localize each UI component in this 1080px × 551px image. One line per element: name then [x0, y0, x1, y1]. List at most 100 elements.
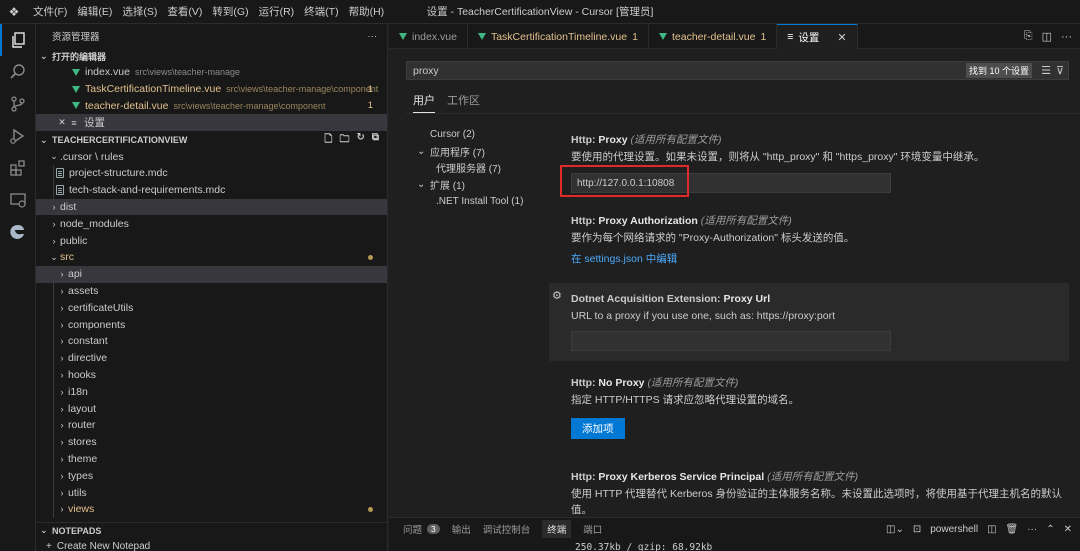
tab-user[interactable]: 用户	[413, 92, 435, 113]
close-tab-icon[interactable]: ✕	[837, 31, 846, 44]
menu-go[interactable]: 转到(G)	[207, 0, 253, 24]
file-tree-folder[interactable]: › assets	[36, 282, 387, 300]
edit-in-settings-json-link[interactable]: 在 settings.json 中编辑	[571, 251, 1069, 267]
more-actions-icon[interactable]: ···	[1027, 524, 1037, 535]
chevron-right-icon: ›	[60, 487, 64, 498]
open-settings-json-icon[interactable]: ⎘	[1024, 30, 1033, 43]
file-tree-file[interactable]: tech-stack-and-requirements.mdc	[36, 181, 387, 199]
file-tree-folder[interactable]: › theme	[36, 450, 387, 468]
file-tree-folder[interactable]: › components	[36, 316, 387, 333]
add-item-button[interactable]: 添加项	[571, 418, 625, 439]
tree-indent-guide	[53, 164, 54, 182]
file-tree-folder[interactable]: › node_modules	[36, 215, 387, 232]
file-tree-folder[interactable]: ⌄ .cursor \ rules	[36, 148, 387, 165]
tab-teacher-detail[interactable]: teacher-detail.vue 1	[649, 24, 778, 49]
file-tree-folder[interactable]: › api	[36, 265, 387, 283]
proxy-input[interactable]: http://127.0.0.1:10808	[571, 173, 891, 193]
edge-icon[interactable]	[0, 216, 36, 248]
layout-icon[interactable]: ◫⌄	[886, 524, 904, 535]
file-tree-folder[interactable]: › types	[36, 467, 387, 485]
menu-help[interactable]: 帮助(H)	[344, 0, 390, 24]
file-tree-folder[interactable]: › layout	[36, 400, 387, 417]
extensions-icon[interactable]	[0, 152, 36, 184]
dotnet-proxy-input[interactable]	[571, 331, 891, 351]
file-tree-folder[interactable]: › hooks	[36, 366, 387, 384]
gear-icon[interactable]: ⚙	[552, 289, 562, 302]
filter-icon[interactable]: ⊽	[1056, 64, 1064, 77]
file-tree-folder[interactable]: › certificateUtils	[36, 299, 387, 317]
trash-icon[interactable]: 🗑	[1006, 524, 1019, 535]
clear-filter-icon[interactable]: ☰	[1041, 64, 1051, 77]
source-control-icon[interactable]	[0, 88, 36, 120]
tab-workspace[interactable]: 工作区	[447, 92, 480, 113]
notepads-label: NOTEPADS	[52, 525, 102, 536]
toc-item[interactable]: ⌄ 扩展 (1)	[411, 176, 551, 193]
tab-index-vue[interactable]: index.vue	[389, 24, 468, 49]
menu-run[interactable]: 运行(R)	[254, 0, 300, 24]
toc-item[interactable]: Cursor (2)	[411, 126, 551, 143]
file-path: src\views\teacher-manage\component	[173, 100, 326, 111]
menu-terminal[interactable]: 终端(T)	[299, 0, 343, 24]
menu-view[interactable]: 查看(V)	[162, 0, 207, 24]
toc-item[interactable]: 代理服务器 (7)	[411, 160, 551, 177]
file-tree-folder[interactable]: › public	[36, 232, 387, 249]
menu-selection[interactable]: 选择(S)	[117, 0, 162, 24]
setting-name: No Proxy	[598, 377, 645, 389]
tab-label: TaskCertificationTimeline.vue	[490, 30, 628, 43]
file-tree-folder[interactable]: › router	[36, 416, 387, 434]
menu-file[interactable]: 文件(F)	[28, 0, 72, 24]
tab-ports[interactable]: 端口	[583, 522, 602, 536]
file-name: teacher-detail.vue	[85, 99, 169, 112]
more-actions-icon[interactable]: ···	[368, 31, 378, 42]
new-folder-icon[interactable]: 🗀	[339, 132, 349, 149]
notepads-header[interactable]: ⌄ NOTEPADS	[36, 522, 387, 538]
settings-search-input[interactable]: proxy 找到 10 个设置 ☰ ⊽	[406, 61, 1069, 80]
terminal-name[interactable]: powershell	[930, 524, 978, 535]
tab-debug-console[interactable]: 调试控制台	[483, 522, 531, 536]
file-tree-folder[interactable]: › views	[36, 500, 387, 518]
toc-item[interactable]: ⌄ 应用程序 (7)	[411, 143, 551, 160]
file-tree-file[interactable]: project-structure.mdc	[36, 164, 387, 182]
toc-item[interactable]: .NET Install Tool (1)	[411, 193, 551, 210]
tab-task-certification-timeline[interactable]: TaskCertificationTimeline.vue 1	[468, 24, 649, 49]
open-editor-item[interactable]: teacher-detail.vue src\views\teacher-man…	[36, 98, 387, 115]
explorer-icon[interactable]	[0, 24, 36, 56]
file-tree-folder[interactable]: ⌄ src	[36, 249, 387, 266]
run-debug-icon[interactable]	[0, 120, 36, 152]
file-tree-folder[interactable]: › constant	[36, 332, 387, 350]
file-tree-folder[interactable]: › stores	[36, 433, 387, 451]
refresh-icon[interactable]: ↻	[356, 132, 364, 149]
chevron-right-icon: ›	[60, 285, 64, 296]
create-notepad-item[interactable]: + Create New Notepad	[46, 538, 150, 551]
file-tree-folder[interactable]: › directive	[36, 349, 387, 367]
chevron-down-icon: ⌄	[40, 50, 48, 61]
tab-terminal[interactable]: 终端	[542, 520, 572, 538]
split-terminal-icon[interactable]: ◫	[987, 524, 996, 535]
maximize-panel-icon[interactable]: ⌃	[1046, 524, 1054, 535]
tree-item-label: directive	[68, 352, 108, 365]
scope-tabs: 用户 工作区	[413, 92, 480, 113]
close-panel-icon[interactable]: ✕	[1064, 524, 1072, 535]
file-tree-folder[interactable]: › dist	[36, 198, 387, 216]
search-icon[interactable]	[0, 56, 36, 88]
split-editor-icon[interactable]: ◫	[1042, 30, 1052, 43]
open-editor-item[interactable]: TaskCertificationTimeline.vue src\views\…	[36, 81, 387, 98]
project-header[interactable]: ⌄ TEACHERCERTIFICATIONVIEW 🗋 🗀 ↻ ⧉	[36, 132, 387, 148]
menu-edit[interactable]: 编辑(E)	[72, 0, 117, 24]
file-tree-folder[interactable]: › utils	[36, 484, 387, 501]
setting-name: Proxy Kerberos Service Principal	[598, 471, 765, 483]
open-editor-item[interactable]: index.vue src\views\teacher-manage	[36, 64, 387, 81]
tab-output[interactable]: 输出	[452, 522, 471, 536]
collapse-all-icon[interactable]: ⧉	[372, 132, 379, 149]
remote-explorer-icon[interactable]	[0, 184, 36, 216]
more-actions-icon[interactable]: ···	[1061, 31, 1072, 43]
open-editors-header[interactable]: ⌄ 打开的编辑器	[36, 48, 387, 64]
tab-settings[interactable]: ≡ 设置 ✕	[777, 24, 858, 49]
file-tree-folder[interactable]: › i18n	[36, 383, 387, 401]
close-icon[interactable]: ✕	[56, 117, 68, 128]
new-file-icon[interactable]: 🗋	[324, 132, 332, 149]
open-editor-item-settings[interactable]: ✕ ≡ 设置	[36, 114, 387, 132]
chevron-right-icon: ›	[60, 369, 64, 380]
tab-problems[interactable]: 问题 3	[403, 522, 440, 536]
setting-dotnet-proxy-url: ⚙ Dotnet Acquisition Extension: Proxy Ur…	[549, 283, 1069, 361]
